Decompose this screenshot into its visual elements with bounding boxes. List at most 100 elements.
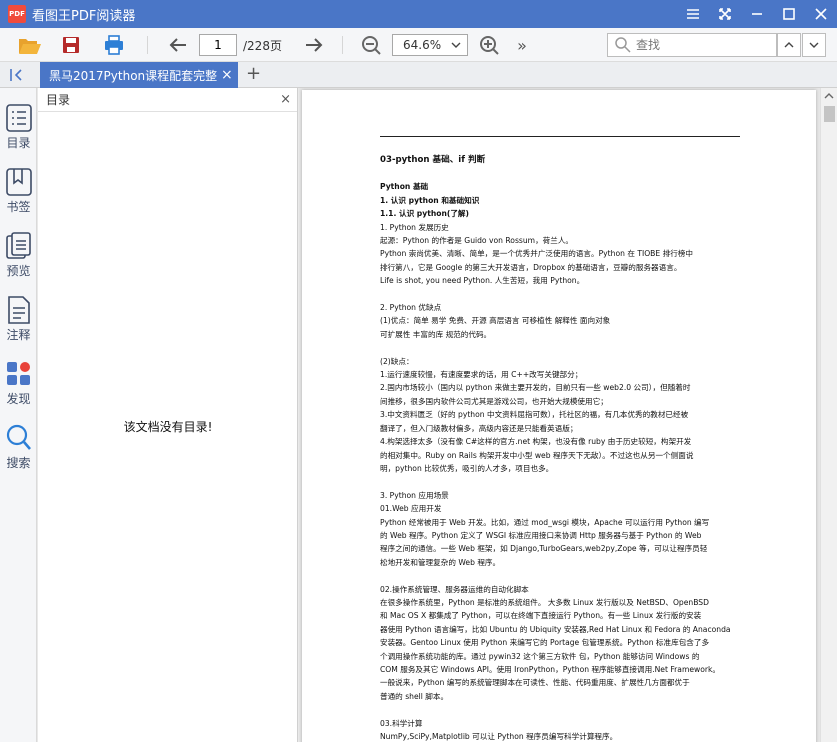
minimize-button[interactable]	[741, 0, 773, 28]
sidebar-item-preview[interactable]: 预览	[0, 232, 37, 279]
text-line: 和 Mac OS X 都集成了 Python，可以在终端下直接运行 Python…	[380, 611, 702, 621]
page-number-input[interactable]	[199, 34, 237, 56]
next-page-button[interactable]	[302, 33, 326, 57]
save-button[interactable]	[58, 33, 84, 57]
arrow-left-icon	[169, 38, 186, 52]
collapse-sidebar-button[interactable]	[9, 67, 25, 86]
folder-open-icon	[19, 39, 41, 54]
search-field[interactable]	[607, 33, 777, 57]
text-line: 翻译了，但入门级教材偏多，高级内容还是只能看英语版；	[380, 423, 578, 433]
sidebar-item-label: 目录	[6, 136, 31, 150]
toolbar-separator	[147, 36, 148, 54]
maximize-button[interactable]	[773, 0, 805, 28]
zoom-in-icon	[480, 36, 499, 55]
text-line: 4.构架选择太多（没有像 C#这样的官方.net 构架，也没有像 ruby 由于…	[380, 437, 692, 447]
sidebar-item-label: 预览	[6, 264, 31, 278]
text-line: 1. 认识 python 和基础知识	[380, 195, 480, 205]
text-line: 明，python 比较优秀，吸引的人才多，项目也多。	[380, 463, 554, 473]
text-line: 03.科学计算	[380, 718, 423, 728]
tab-label: 黑马2017Python课程配套完整版	[49, 68, 217, 83]
app-title: 看图王PDF阅读器	[32, 8, 136, 24]
text-line: 间推移，很多国内软件公司尤其是游戏公司，也开始大规模使用它；	[380, 396, 608, 406]
fullscreen-icon	[719, 8, 731, 20]
text-line: 2.国内市场较小（国内以 python 来做主要开发的，目前只有一些 web2.…	[380, 383, 691, 393]
chevron-down-icon	[451, 42, 461, 48]
chevron-up-icon	[784, 42, 794, 48]
sidebar-item-discover[interactable]: 发现	[0, 360, 37, 407]
close-window-button[interactable]	[805, 0, 837, 28]
toc-panel: 目录 × 该文档没有目录!	[38, 88, 298, 742]
close-icon	[815, 8, 827, 20]
annotation-icon	[7, 296, 30, 324]
sidebar-item-annotations[interactable]: 注释	[0, 296, 37, 343]
toolbar: /228页 64.6% »	[0, 28, 837, 62]
text-line: 安装器。Gentoo Linux 使用 Python 来编写它的 Portage…	[380, 638, 710, 648]
save-icon	[63, 37, 79, 53]
menu-button[interactable]	[677, 0, 709, 28]
text-line: 的相对集中。Ruby on Rails 构架开发中小型 web 程序天下无敌）。…	[380, 450, 694, 460]
scrollbar-thumb[interactable]	[824, 106, 835, 122]
search-next-button[interactable]	[802, 33, 826, 57]
page-heading: 03-python 基础、if 判断	[380, 155, 486, 165]
text-line: (2)缺点：	[380, 356, 414, 366]
scroll-up-icon[interactable]	[824, 92, 834, 100]
discover-apps-icon	[6, 362, 30, 385]
fullscreen-button[interactable]	[709, 0, 741, 28]
tab-close-icon[interactable]: ×	[221, 67, 233, 83]
text-line: 可扩展性 丰富的库 规范的代码。	[380, 329, 492, 339]
search-prev-button[interactable]	[777, 33, 801, 57]
text-line: NumPy,SciPy,Matplotlib 可以让 Python 程序员编写科…	[380, 731, 618, 741]
text-line: 1.1. 认识 python(了解)	[380, 209, 469, 219]
zoom-value: 64.6%	[403, 38, 442, 52]
sidebar-item-label: 搜索	[6, 456, 31, 470]
text-line: 3. Python 应用场景	[380, 490, 449, 500]
bookmark-icon	[5, 168, 32, 196]
add-tab-button[interactable]: +	[246, 65, 261, 83]
text-line: 排行第八，它是 Google 的第三大开发语言，Dropbox 的基础语言，豆瓣…	[380, 262, 682, 272]
maximize-icon	[783, 8, 795, 20]
toc-icon	[5, 104, 32, 132]
app-logo-icon: PDF	[8, 5, 26, 23]
more-tools-button[interactable]: »	[512, 33, 532, 57]
search-input[interactable]	[636, 38, 766, 52]
text-line: 1. Python 发展历史	[380, 222, 449, 232]
zoom-select[interactable]: 64.6%	[392, 34, 468, 56]
header-rule	[380, 136, 740, 137]
zoom-out-button[interactable]	[360, 33, 382, 57]
sidebar-item-toc[interactable]: 目录	[0, 104, 37, 151]
preview-pages-icon	[5, 232, 31, 259]
document-viewer[interactable]: 03-python 基础、if 判断 Python 基础 1. 认识 python…	[299, 88, 820, 742]
printer-icon	[105, 35, 123, 55]
sidebar-item-bookmarks[interactable]: 书签	[0, 168, 37, 215]
document-page: 03-python 基础、if 判断 Python 基础 1. 认识 python…	[302, 90, 816, 742]
print-button[interactable]	[100, 33, 128, 57]
vertical-scrollbar[interactable]	[820, 88, 837, 742]
sidebar-item-search[interactable]: 搜索	[0, 424, 37, 471]
toc-title: 目录	[46, 93, 71, 107]
open-button[interactable]	[16, 33, 44, 57]
page-total: /228页	[243, 39, 282, 53]
toc-close-icon[interactable]: ×	[280, 92, 291, 107]
text-line: COM 服务及其它 Windows API。使用 IronPython，Pyth…	[380, 664, 720, 674]
text-line: Python 基础	[380, 182, 429, 192]
sidebar-item-label: 注释	[6, 328, 31, 342]
text-line: 个调用操作系统功能的库。通过 pywin32 这个第三方软件 包，Python …	[380, 651, 700, 661]
prev-page-button[interactable]	[166, 33, 190, 57]
arrow-right-icon	[306, 38, 323, 52]
toolbar-separator	[342, 36, 343, 54]
tab-document[interactable]: 黑马2017Python课程配套完整版 ×	[40, 62, 238, 88]
chevron-down-icon	[809, 42, 819, 48]
toc-empty-message: 该文档没有目录!	[123, 420, 213, 434]
minimize-icon	[752, 13, 762, 15]
zoom-in-button[interactable]	[478, 33, 500, 57]
text-line: Life is shot, you need Python. 人生苦短，我用 P…	[380, 276, 585, 286]
text-line: 1.运行速度较慢，有速度要求的话，用 C++改写关键部分；	[380, 370, 583, 380]
text-line: 起源：Python 的作者是 Guido von Rossum，荷兰人。	[380, 236, 574, 246]
text-line: 01.Web 应用开发	[380, 504, 442, 514]
text-line: 程序之间的通信。一些 Web 框架，如 Django,TurboGears,we…	[380, 544, 708, 554]
